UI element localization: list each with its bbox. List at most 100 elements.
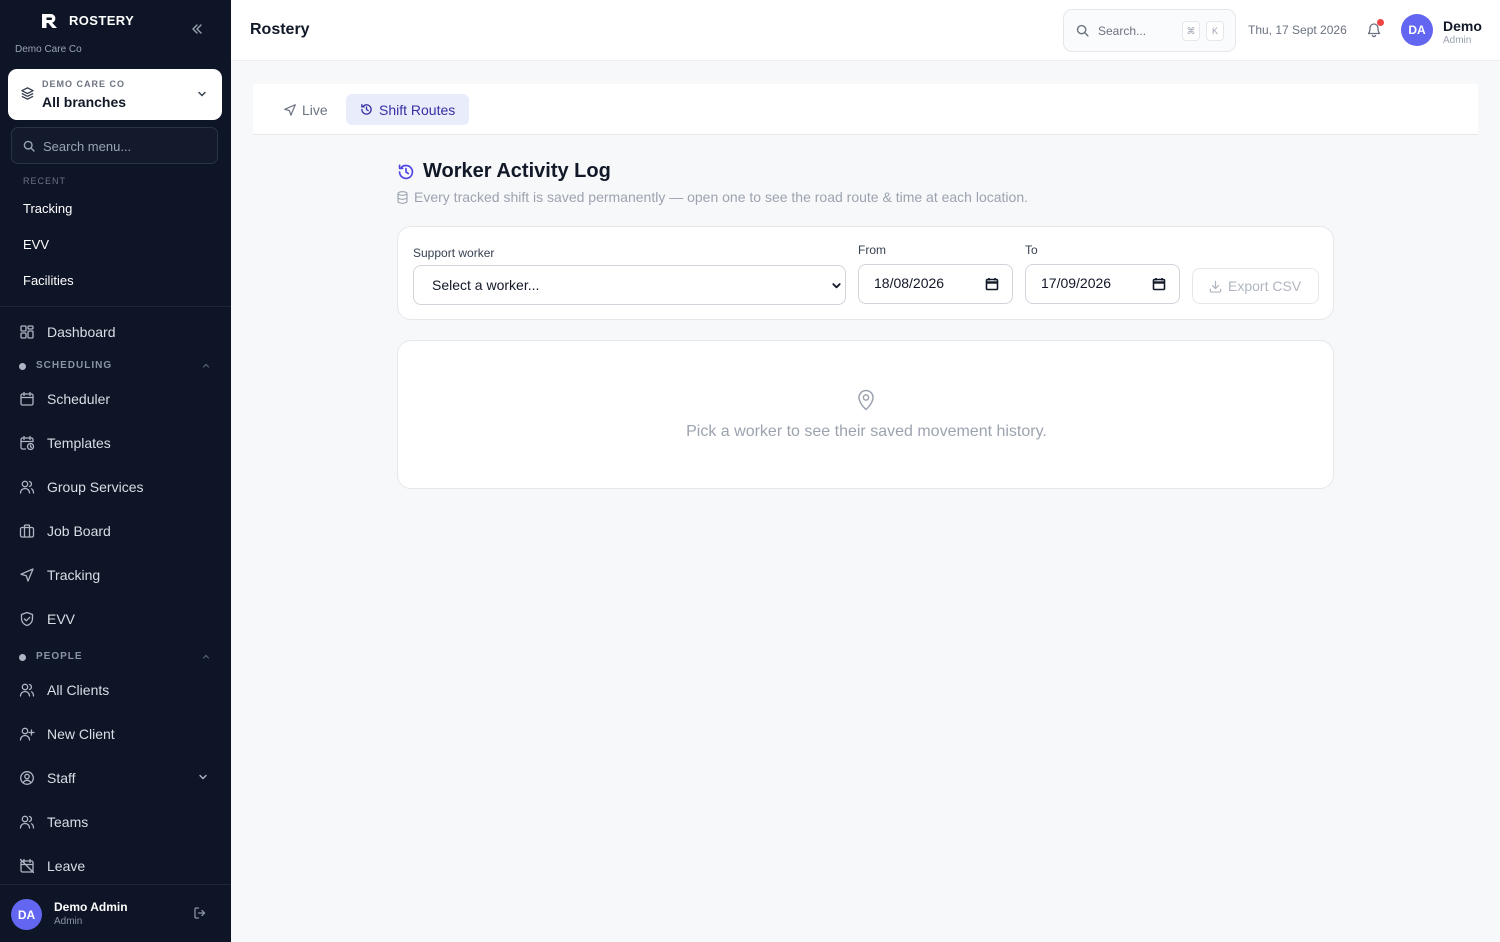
nav-item-label: EVV [47, 611, 76, 627]
global-search-input[interactable] [1098, 22, 1178, 40]
nav-item-group-services[interactable]: Group Services [0, 471, 231, 503]
branch-selector[interactable]: DEMO CARE CO All branches [8, 69, 222, 120]
section-label: SCHEDULING [36, 360, 113, 371]
map-pin-icon [854, 388, 878, 412]
nav-item-label: Scheduler [47, 391, 111, 407]
empty-state-card: Pick a worker to see their saved movemen… [397, 340, 1334, 489]
to-date-value: 17/09/2026 [1041, 275, 1112, 291]
section-dot-icon [19, 654, 26, 661]
nav-item-label: All Clients [47, 682, 110, 698]
global-search[interactable]: ⌘ K [1063, 9, 1236, 52]
menu-search[interactable] [11, 127, 218, 164]
nav-item-staff[interactable]: Staff [0, 762, 231, 794]
chevron-up-icon [201, 361, 211, 371]
nav-item-label: Dashboard [47, 324, 116, 340]
section-people[interactable]: PEOPLE [0, 650, 231, 666]
recent-label: RECENT [23, 176, 67, 186]
user-name: Demo Admin [54, 900, 128, 914]
grid-icon [19, 324, 35, 340]
menu-search-input[interactable] [43, 136, 213, 156]
branch-selector-value: All branches [42, 94, 127, 110]
search-icon [23, 140, 35, 152]
shield-check-icon [19, 611, 35, 627]
topbar: Rostery ⌘ K Thu, 17 Sept 2026 DA Demo Ad… [231, 0, 1500, 61]
nav-item-label: Job Board [47, 523, 111, 539]
sidebar: ROSTERY Demo Care Co DEMO CARE CO All br… [0, 0, 231, 942]
user-plus-icon [19, 726, 35, 742]
from-label: From [858, 243, 886, 257]
nav-item-tracking[interactable]: Tracking [0, 559, 231, 591]
worker-select-value: Select a worker... [432, 277, 540, 293]
filter-card: Support worker Select a worker... From 1… [397, 226, 1334, 320]
avatar[interactable]: DA [1401, 14, 1433, 46]
rostery-logo-icon [40, 12, 60, 30]
export-csv-label: Export CSV [1228, 278, 1302, 294]
nav-item-templates[interactable]: Templates [0, 427, 231, 459]
nav-item-new-client[interactable]: New Client [0, 718, 231, 750]
empty-state-message: Pick a worker to see their saved movemen… [686, 423, 1047, 440]
section-scheduling[interactable]: SCHEDULING [0, 359, 231, 375]
users-icon [19, 479, 35, 495]
nav-item-job-board[interactable]: Job Board [0, 515, 231, 547]
search-icon [1076, 24, 1089, 37]
chevron-down-icon [831, 280, 842, 291]
calendar-clock-icon [19, 435, 35, 451]
notification-badge [1377, 19, 1384, 26]
nav-item-label: Teams [47, 814, 89, 830]
user-role: Admin [1443, 35, 1472, 46]
from-date-value: 18/08/2026 [874, 275, 945, 291]
history-icon [397, 163, 415, 181]
user-circle-icon [19, 770, 35, 786]
user-role: Admin [54, 916, 83, 927]
sidebar-divider [0, 306, 231, 307]
nav-item-label: Tracking [47, 567, 101, 583]
section-label: PEOPLE [36, 651, 83, 662]
chevron-down-icon [197, 771, 209, 783]
nav-item-label: Leave [47, 858, 86, 874]
nav-item-teams[interactable]: Teams [0, 806, 231, 838]
navigation-icon [283, 103, 297, 117]
nav-item-label: Staff [47, 770, 76, 786]
database-icon [397, 191, 408, 204]
chevron-up-icon [201, 652, 211, 662]
nav-item-label: Group Services [47, 479, 144, 495]
navigation-icon [19, 567, 35, 583]
nav-item-evv[interactable]: EVV [0, 603, 231, 635]
to-date-input[interactable]: 17/09/2026 [1025, 264, 1180, 304]
briefcase-icon [19, 523, 35, 539]
recent-item-tracking[interactable]: Tracking [23, 201, 72, 216]
worker-select[interactable]: Select a worker... [413, 265, 846, 305]
kbd-k: K [1206, 21, 1224, 41]
calendar-icon [19, 391, 35, 407]
users-icon [19, 814, 35, 830]
from-date-input[interactable]: 18/08/2026 [858, 264, 1013, 304]
user-name: Demo [1443, 18, 1482, 34]
recent-item-facilities[interactable]: Facilities [23, 273, 74, 288]
nav-item-dashboard[interactable]: Dashboard [0, 316, 231, 348]
nav-item-leave[interactable]: Leave [0, 850, 231, 882]
tab-label: Live [302, 102, 328, 118]
history-icon [360, 103, 373, 116]
nav-item-scheduler[interactable]: Scheduler [0, 383, 231, 415]
tab-shift-routes[interactable]: Shift Routes [346, 94, 469, 125]
layers-icon [20, 86, 35, 101]
recent-item-evv[interactable]: EVV [23, 237, 49, 252]
calendar-icon[interactable] [1152, 277, 1166, 291]
section-dot-icon [19, 363, 26, 370]
worker-label: Support worker [413, 246, 495, 260]
collapse-sidebar-icon[interactable] [190, 22, 204, 36]
export-csv-button[interactable]: Export CSV [1192, 268, 1319, 304]
calendar-off-icon [19, 858, 35, 874]
calendar-icon[interactable] [985, 277, 999, 291]
tab-label: Shift Routes [379, 102, 456, 118]
logout-icon[interactable] [193, 906, 207, 920]
nav-item-label: New Client [47, 726, 115, 742]
app-title: Rostery [250, 21, 310, 38]
brand-name: ROSTERY [69, 13, 135, 28]
nav-item-all-clients[interactable]: All Clients [0, 674, 231, 706]
avatar[interactable]: DA [11, 899, 42, 930]
users-icon [19, 682, 35, 698]
tab-live[interactable]: Live [269, 94, 351, 125]
branch-selector-caption: DEMO CARE CO [42, 79, 126, 89]
nav-item-label: Templates [47, 435, 111, 451]
